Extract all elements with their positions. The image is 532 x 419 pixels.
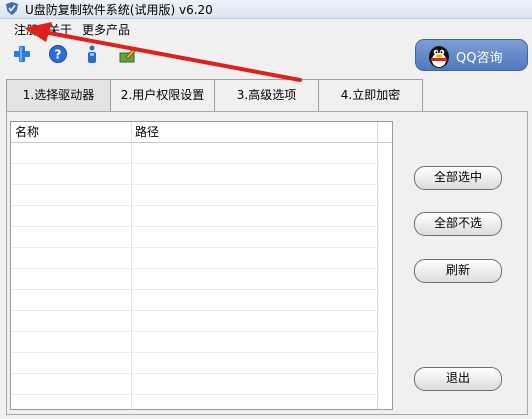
grid-line	[11, 205, 377, 206]
tab-select-drive[interactable]: 1.选择驱动器	[6, 79, 111, 111]
tab-strip: 1.选择驱动器 2.用户权限设置 3.高级选项 4.立即加密	[6, 79, 423, 111]
column-name-header[interactable]: 名称	[11, 122, 131, 142]
edit-icon[interactable]	[118, 44, 138, 64]
grid-line	[11, 352, 377, 353]
grid-line	[11, 394, 377, 395]
tab-user-permissions[interactable]: 2.用户权限设置	[110, 79, 215, 111]
qq-consult-button[interactable]: QQ咨询	[415, 39, 528, 71]
add-icon[interactable]	[12, 44, 32, 64]
menu-register[interactable]: 注册	[14, 21, 38, 38]
menu-more-products[interactable]: 更多产品	[82, 21, 130, 38]
tab-encrypt-now[interactable]: 4.立即加密	[318, 79, 423, 111]
svg-text:?: ?	[55, 48, 62, 62]
list-header: 名称 路径	[11, 122, 392, 143]
menu-bar: 注册 关于 更多产品	[0, 19, 532, 37]
column-divider	[131, 122, 132, 409]
title-bar: U盘防复制软件系统(试用版) v6.20	[0, 0, 532, 19]
help-icon[interactable]: ?	[48, 44, 68, 64]
shield-icon	[6, 2, 18, 15]
qq-penguin-icon	[429, 46, 449, 68]
grid-line	[11, 289, 377, 290]
list-right-divider	[377, 122, 378, 409]
info-icon[interactable]	[82, 44, 102, 64]
drive-panel: 名称 路径 全部选中 全部不选 刷新 退出	[6, 111, 528, 415]
grid-line	[11, 268, 377, 269]
grid-line	[11, 184, 377, 185]
qq-button-label: QQ咨询	[456, 51, 503, 66]
menu-about[interactable]: 关于	[48, 21, 72, 38]
refresh-button[interactable]: 刷新	[414, 259, 502, 283]
grid-line	[11, 310, 377, 311]
grid-line	[11, 226, 377, 227]
select-all-button[interactable]: 全部选中	[414, 166, 502, 190]
drive-list[interactable]: 名称 路径	[10, 121, 393, 410]
grid-line	[11, 331, 377, 332]
tab-advanced-options[interactable]: 3.高级选项	[214, 79, 319, 111]
grid-line	[11, 163, 377, 164]
grid-line	[11, 247, 377, 248]
grid-line	[11, 373, 377, 374]
window-title: U盘防复制软件系统(试用版) v6.20	[25, 3, 213, 17]
exit-button[interactable]: 退出	[414, 367, 502, 391]
column-path-header[interactable]: 路径	[131, 122, 377, 142]
select-none-button[interactable]: 全部不选	[414, 212, 502, 236]
